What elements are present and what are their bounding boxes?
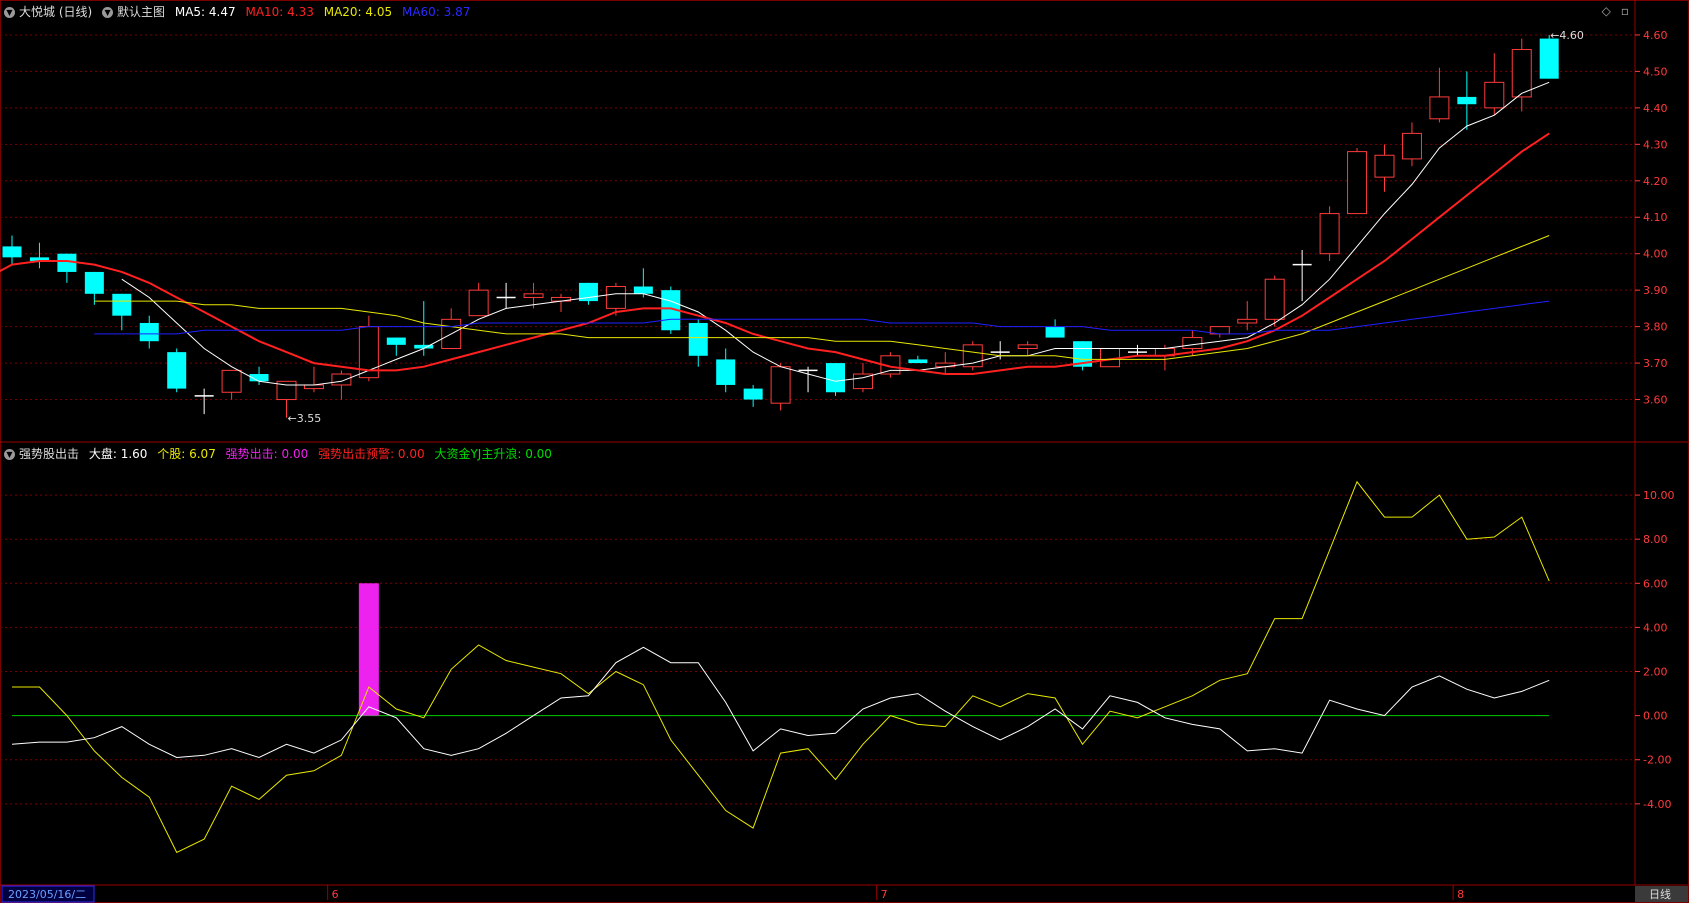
candle-body	[908, 359, 928, 364]
candle-body	[468, 289, 489, 317]
candle-body	[716, 359, 736, 385]
price-tick-label: 4.20	[1643, 175, 1668, 188]
collapse-icon[interactable]: ▼	[4, 7, 15, 18]
candle-body	[221, 369, 242, 393]
indicator-tick-label: 8.00	[1643, 533, 1668, 546]
candle-body	[386, 337, 406, 345]
indicator-tick-label: 4.00	[1643, 621, 1668, 634]
ma60-label: MA60: 3.87	[401, 5, 471, 19]
yujing-label: 强势出击预警: 0.00	[318, 447, 425, 461]
candle-body	[605, 286, 626, 309]
dapan-label: 大盘: 1.60	[88, 447, 148, 461]
current-date-label: 2023/05/16/二	[8, 888, 86, 901]
candle-body	[1539, 38, 1559, 79]
price-annotation: ←4.60	[1550, 29, 1584, 42]
diamond-icon[interactable]: ◇	[1602, 4, 1611, 18]
indicator-tick-label: 10.00	[1643, 489, 1675, 502]
price-tick-label: 4.60	[1643, 29, 1668, 42]
candle-body	[1429, 96, 1450, 120]
candle-body	[84, 271, 104, 294]
price-annotation: ←3.55	[288, 412, 322, 425]
candle-body	[1374, 154, 1395, 178]
month-label: 6	[332, 888, 339, 901]
price-tick-label: 3.90	[1643, 284, 1668, 297]
indicator-tick-label: 6.00	[1643, 577, 1668, 590]
candle-body	[1017, 344, 1038, 349]
candle-body	[1511, 49, 1532, 98]
candle-body	[1401, 132, 1422, 160]
indicator-menu-icon[interactable]: ▼	[4, 449, 15, 460]
candle-body	[633, 286, 653, 294]
main-chart-selector[interactable]: 默认主图	[117, 5, 165, 19]
price-tick-label: 3.70	[1643, 357, 1668, 370]
candle-body	[1457, 96, 1477, 105]
candle-body	[688, 322, 708, 356]
gegu-label: 个股: 6.07	[157, 447, 216, 461]
indicator-tick-label: -2.00	[1643, 754, 1671, 767]
candle-body	[1347, 151, 1368, 215]
lower-chart-header: ▼ 强势股出击 大盘: 1.60 个股: 6.07 强势出击: 0.00 强势出击…	[4, 445, 558, 463]
price-tick-label: 3.80	[1643, 321, 1668, 334]
candle-body	[1484, 81, 1505, 109]
candle-body	[139, 322, 159, 342]
candle-body	[826, 363, 845, 393]
price-tick-label: 4.50	[1643, 65, 1668, 78]
indicator-tick-label: 2.00	[1643, 666, 1668, 679]
candle-body	[331, 373, 352, 386]
candle-body	[770, 366, 791, 404]
qiangshi-label: 强势出击: 0.00	[225, 447, 309, 461]
price-tick-label: 4.30	[1643, 138, 1668, 151]
ma20-label: MA20: 4.05	[323, 5, 393, 19]
dazijin-label: 大资金YJ主升浪: 0.00	[434, 447, 552, 461]
price-tick-label: 4.40	[1643, 102, 1668, 115]
candle-body	[743, 388, 763, 400]
ma10-label: MA10: 4.33	[245, 5, 314, 19]
ma-line-ma60	[94, 300, 1550, 335]
main-chart-menu-icon[interactable]: ▼	[102, 7, 114, 18]
candle-body	[1237, 318, 1258, 324]
month-label: 8	[1457, 888, 1464, 901]
indicator-tick-label: 0.00	[1643, 710, 1668, 723]
price-tick-label: 4.00	[1643, 248, 1668, 261]
indicator-tick-label: -4.00	[1643, 798, 1671, 811]
upper-chart-header: ▼ 大悦城 (日线) ▼ 默认主图 MA5: 4.47 MA10: 4.33 MA2…	[4, 3, 476, 21]
period-label: 日线	[1649, 887, 1671, 901]
chart-toolbar: ◇ ▫	[1592, 4, 1629, 18]
candle-body	[1319, 213, 1340, 255]
stock-title[interactable]: 大悦城 (日线)	[19, 5, 92, 19]
price-tick-label: 3.60	[1643, 394, 1668, 407]
price-tick-label: 4.10	[1643, 211, 1668, 224]
candle-body	[2, 246, 22, 258]
candle-body	[1182, 337, 1203, 349]
indicator-name[interactable]: 强势股出击	[19, 447, 79, 461]
candle-body	[1264, 278, 1285, 320]
candle-body	[167, 352, 187, 389]
dapan-line	[11, 646, 1550, 759]
restore-icon[interactable]: ▫	[1621, 4, 1629, 18]
gegu-line	[12, 480, 1550, 854]
ma5-label: MA5: 4.47	[174, 5, 236, 19]
signal-bar	[358, 583, 379, 716]
candle-body	[112, 293, 132, 316]
candle-body	[1045, 326, 1065, 338]
month-label: 7	[881, 888, 888, 901]
candle-body	[523, 293, 544, 298]
candle-body	[303, 384, 324, 390]
